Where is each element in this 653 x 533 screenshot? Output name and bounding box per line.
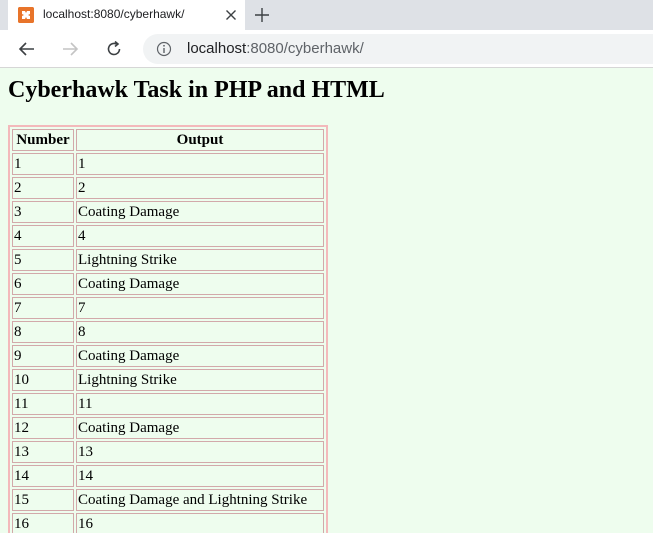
reload-icon[interactable] (104, 39, 124, 59)
table-row: 44 (12, 225, 324, 247)
table-row: 12 Coating Damage (12, 417, 324, 439)
close-icon[interactable] (223, 7, 239, 23)
table-row: 11 11 (12, 393, 324, 415)
number-cell: 5 (12, 249, 74, 271)
back-arrow-icon[interactable] (17, 39, 37, 59)
new-tab-plus-icon[interactable] (252, 5, 272, 25)
output-cell: 11 (76, 393, 324, 415)
browser-toolbar: localhost:8080/cyberhawk/ (0, 30, 653, 68)
table-row: 22 (12, 177, 324, 199)
output-cell: Coating Damage (76, 417, 324, 439)
number-cell: 8 (12, 321, 74, 343)
table-row: 10 Lightning Strike (12, 369, 324, 391)
page-content: Cyberhawk Task in PHP and HTML Number Ou… (0, 68, 653, 533)
output-cell: 13 (76, 441, 324, 463)
output-cell: 16 (76, 513, 324, 533)
output-cell: 14 (76, 465, 324, 487)
table-row: 16 16 (12, 513, 324, 533)
number-cell: 6 (12, 273, 74, 295)
forward-arrow-icon[interactable] (60, 39, 80, 59)
xampp-icon (18, 7, 34, 23)
output-cell: Lightning Strike (76, 369, 324, 391)
output-cell: 7 (76, 297, 324, 319)
column-header-number: Number (12, 129, 74, 151)
output-cell: 2 (76, 177, 324, 199)
table-row: 5 Lightning Strike (12, 249, 324, 271)
table-row: 6 Coating Damage (12, 273, 324, 295)
output-cell: 1 (76, 153, 324, 175)
table-row: 3 Coating Damage (12, 201, 324, 223)
number-cell: 16 (12, 513, 74, 533)
number-cell: 9 (12, 345, 74, 367)
results-table: Number Output 11 22 3 Coating Damage 44 5… (8, 125, 328, 533)
output-cell: Coating Damage (76, 201, 324, 223)
page-title: Cyberhawk Task in PHP and HTML (8, 77, 385, 103)
info-icon[interactable] (156, 41, 172, 57)
output-cell: Coating Damage and Lightning Strike (76, 489, 324, 511)
url-text: localhost:8080/cyberhawk/ (187, 40, 364, 57)
table-row: 11 (12, 153, 324, 175)
table-row: 13 13 (12, 441, 324, 463)
tab-bar: localhost:8080/cyberhawk/ (0, 0, 653, 30)
table-row: 88 (12, 321, 324, 343)
number-cell: 4 (12, 225, 74, 247)
number-cell: 11 (12, 393, 74, 415)
output-cell: 8 (76, 321, 324, 343)
tab-title: localhost:8080/cyberhawk/ (43, 7, 185, 21)
address-bar[interactable]: localhost:8080/cyberhawk/ (143, 34, 653, 64)
number-cell: 10 (12, 369, 74, 391)
number-cell: 13 (12, 441, 74, 463)
output-cell: Lightning Strike (76, 249, 324, 271)
table-row: 15 Coating Damage and Lightning Strike (12, 489, 324, 511)
table-row: 14 14 (12, 465, 324, 487)
url-host: localhost (187, 40, 247, 57)
column-header-output: Output (76, 129, 324, 151)
browser-tab[interactable]: localhost:8080/cyberhawk/ (8, 0, 245, 30)
table-row: 9 Coating Damage (12, 345, 324, 367)
number-cell: 7 (12, 297, 74, 319)
output-cell: 4 (76, 225, 324, 247)
number-cell: 3 (12, 201, 74, 223)
number-cell: 1 (12, 153, 74, 175)
url-path: :8080/cyberhawk/ (246, 40, 364, 57)
table-header-row: Number Output (12, 129, 324, 151)
number-cell: 12 (12, 417, 74, 439)
output-cell: Coating Damage (76, 345, 324, 367)
number-cell: 14 (12, 465, 74, 487)
table-row: 77 (12, 297, 324, 319)
output-cell: Coating Damage (76, 273, 324, 295)
number-cell: 2 (12, 177, 74, 199)
number-cell: 15 (12, 489, 74, 511)
